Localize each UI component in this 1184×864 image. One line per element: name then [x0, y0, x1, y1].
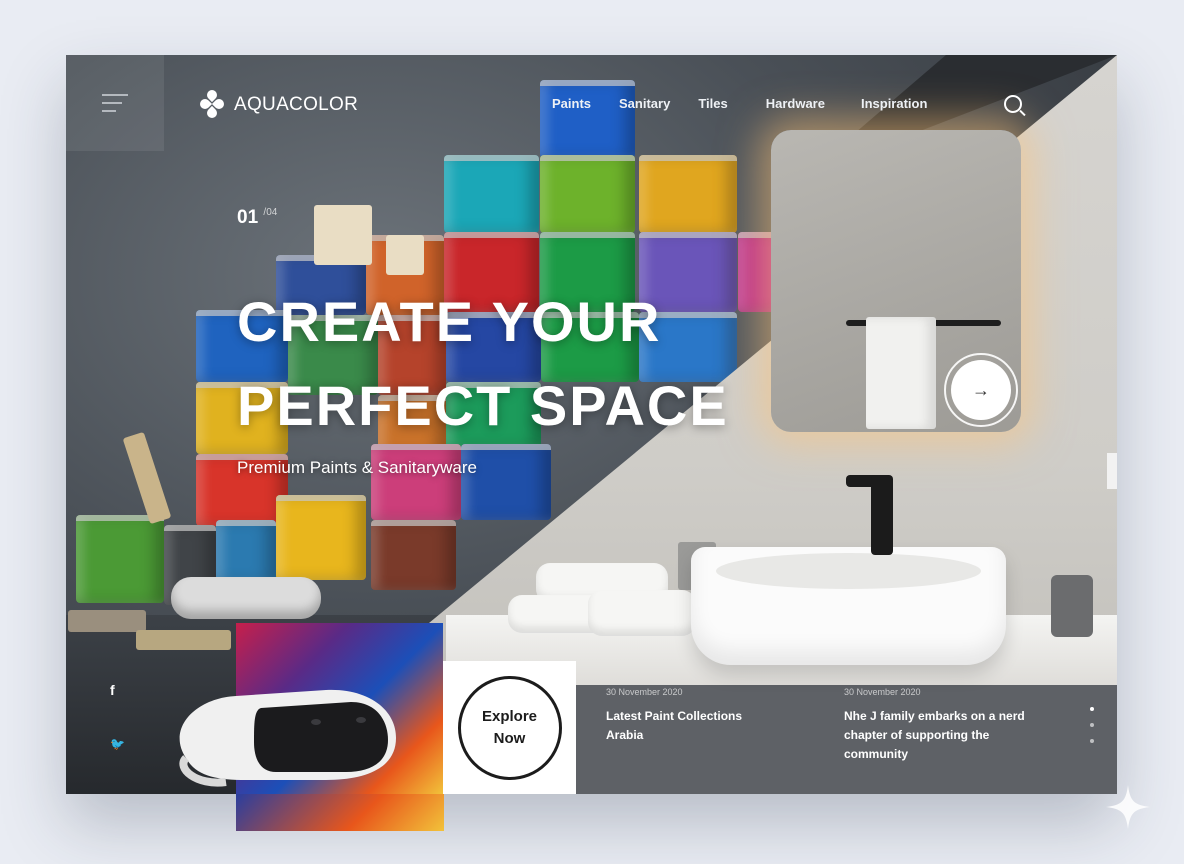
sparkle-icon: [1106, 785, 1150, 829]
search-icon[interactable]: [1004, 95, 1022, 113]
slide-counter: 01 /04: [237, 207, 277, 229]
explore-tile: Explore Now: [443, 661, 576, 794]
hero-title-line1: CREATE YOUR: [237, 290, 662, 353]
menu-icon: [102, 94, 128, 96]
news-date: 30 November 2020: [606, 687, 683, 697]
hero-subtitle: Premium Paints & Sanitaryware: [237, 458, 477, 477]
arrow-right-icon: →: [951, 360, 1011, 420]
news-title-line: chapter of supporting the: [844, 728, 990, 742]
slide-current: 01: [237, 207, 259, 228]
next-slide-button[interactable]: →: [944, 353, 1018, 427]
main-nav: Paints Sanitary Tiles Hardware Inspirati…: [552, 96, 927, 111]
faucet: [871, 475, 893, 555]
hanging-towel: [866, 317, 936, 429]
nav-item-inspiration[interactable]: Inspiration: [861, 96, 927, 111]
pagination-dots: [1090, 707, 1094, 743]
menu-icon: [102, 110, 116, 112]
news-title-line: Latest Paint Collections: [606, 709, 743, 723]
nav-item-sanitary[interactable]: Sanitary: [619, 96, 670, 111]
brand-logo-icon: [197, 87, 227, 121]
sink-bowl: [716, 553, 981, 589]
explore-now-button[interactable]: Explore Now: [457, 675, 562, 780]
news-item[interactable]: 30 November 2020 Nhe J family embarks on…: [844, 687, 1044, 764]
brand-logo[interactable]: AQUACOLOR: [197, 87, 359, 121]
facebook-icon[interactable]: f: [110, 682, 115, 698]
hero-frame: AQUACOLOR Paints Sanitary Tiles Hardware…: [66, 55, 1117, 794]
slide-total: /04: [263, 207, 278, 218]
explore-label-line1: Explore: [481, 707, 538, 725]
news-title: Nhe J family embarks on a nerd chapter o…: [844, 707, 1044, 764]
news-title: Latest Paint Collections Arabia: [606, 707, 786, 745]
pagination-dot[interactable]: [1090, 739, 1094, 743]
folded-towel: [588, 590, 696, 636]
hero-title: CREATE YOUR PERFECT SPACE: [237, 280, 729, 448]
news-item[interactable]: 30 November 2020 Latest Paint Collection…: [606, 687, 786, 745]
brand-name: AQUACOLOR: [234, 94, 359, 115]
vr-tile-overhang: [236, 794, 444, 831]
pagination-dot[interactable]: [1090, 723, 1094, 727]
twitter-icon[interactable]: 🐦: [110, 737, 125, 751]
menu-button[interactable]: [66, 55, 164, 151]
news-title-line: Nhe J family embarks on a nerd: [844, 709, 1025, 723]
news-date: 30 November 2020: [844, 687, 921, 697]
soap-dispenser: [1051, 575, 1093, 637]
menu-icon: [102, 102, 122, 104]
pagination-dot[interactable]: [1090, 707, 1094, 711]
vr-headset-image: [179, 689, 396, 787]
nav-item-hardware[interactable]: Hardware: [766, 96, 825, 111]
news-title-line: community: [844, 747, 909, 761]
nav-item-tiles[interactable]: Tiles: [698, 96, 727, 111]
wall-switch: [1107, 453, 1117, 489]
nav-item-paints[interactable]: Paints: [552, 96, 591, 111]
news-title-line: Arabia: [606, 728, 644, 742]
explore-label-line2: Now: [493, 729, 526, 747]
hero-title-line2: PERFECT SPACE: [237, 374, 729, 437]
